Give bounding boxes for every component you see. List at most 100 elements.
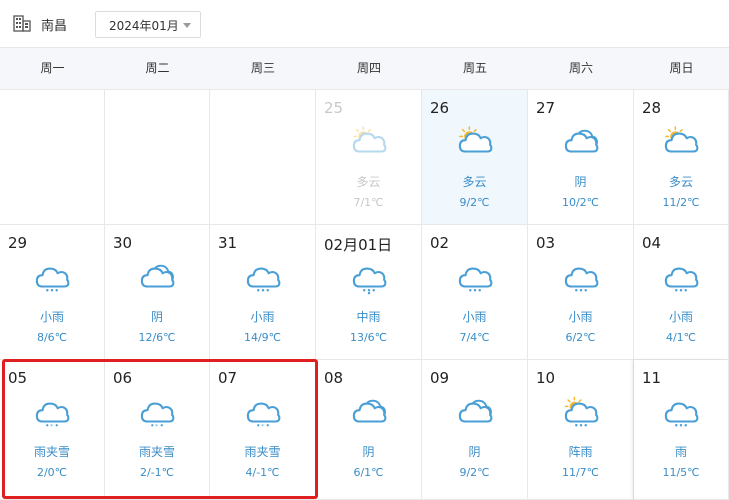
month-select-value: 2024年01月	[109, 19, 179, 33]
empty-day-cell	[105, 90, 210, 225]
day-date: 10	[536, 369, 556, 387]
partly-cloudy-icon	[352, 126, 386, 153]
temperature-range: 10/2℃	[561, 196, 600, 209]
partly-cloudy-icon	[664, 126, 699, 153]
day-date: 11	[642, 369, 662, 387]
overcast-icon	[564, 129, 598, 153]
weather-condition: 小雨	[39, 310, 64, 324]
svg-text:*: *	[155, 424, 158, 430]
day-cell[interactable]: 09 阴 9/2℃	[422, 360, 528, 500]
building-icon	[13, 15, 31, 32]
weather-condition: 小雨	[462, 310, 487, 324]
temperature-range: 2/0℃	[36, 466, 68, 479]
temperature-range: 4/-1℃	[245, 466, 280, 479]
day-cell[interactable]: 04 小雨 4/1℃	[634, 225, 729, 360]
day-cell[interactable]: 06 * 雨夹雪 2/-1℃	[105, 360, 210, 500]
weather-condition: 阴	[574, 175, 587, 189]
day-date: 06	[113, 369, 133, 387]
temperature-range: 2/-1℃	[139, 466, 175, 479]
caret-down-icon	[183, 23, 191, 28]
temperature-range: 13/6℃	[349, 331, 388, 344]
weather-condition: 阴	[150, 310, 163, 324]
rain-icon	[664, 402, 699, 427]
day-cell[interactable]: 11 雨 11/5℃	[634, 360, 729, 500]
weekday-label: 周四	[356, 61, 381, 75]
light-rain-icon	[458, 267, 492, 292]
weekday-label: 周五	[462, 61, 487, 75]
weather-condition: 小雨	[568, 310, 593, 324]
temperature-range: 11/2℃	[662, 196, 700, 209]
temperature-range: 4/1℃	[665, 331, 697, 344]
day-date: 25	[324, 99, 344, 117]
day-date: 05	[8, 369, 28, 387]
svg-text:*: *	[50, 424, 53, 430]
empty-day-cell	[0, 90, 105, 225]
light-rain-icon	[246, 267, 280, 292]
day-cell[interactable]: 27 阴 10/2℃	[528, 90, 634, 225]
weather-condition: 多云	[356, 175, 381, 189]
weather-condition: 小雨	[668, 310, 693, 324]
day-date: 26	[430, 99, 450, 117]
weather-condition: 阴	[362, 445, 375, 459]
weather-condition: 小雨	[250, 310, 275, 324]
day-date: 02月01日	[324, 236, 393, 254]
day-date: 09	[430, 369, 450, 387]
top-bar: 南昌 2024年01月	[0, 0, 729, 47]
day-cell[interactable]: 02月01日 中雨 13/6℃	[316, 225, 422, 360]
day-cell[interactable]: 02 小雨 7/4℃	[422, 225, 528, 360]
day-cell[interactable]: 26 多云 9/2℃	[422, 90, 528, 225]
weekday-label: 周日	[669, 61, 694, 75]
light-rain-icon	[664, 267, 699, 292]
overcast-icon	[352, 399, 386, 423]
day-cell[interactable]: 10 阵雨 11/7℃	[528, 360, 634, 500]
temperature-range: 7/1℃	[353, 196, 384, 209]
weekday-label: 周三	[250, 61, 275, 75]
day-cell[interactable]: 08 阴 6/1℃	[316, 360, 422, 500]
day-cell[interactable]: 03 小雨 6/2℃	[528, 225, 634, 360]
day-cell[interactable]: 28 多云 11/2℃	[634, 90, 729, 225]
day-date: 27	[536, 99, 556, 117]
day-date: 08	[324, 369, 344, 387]
weather-condition: 雨夹雪	[138, 445, 175, 459]
partly-cloudy-icon	[458, 126, 492, 153]
temperature-range: 8/6℃	[36, 331, 68, 344]
sleet-icon: *	[140, 402, 175, 430]
day-date: 03	[536, 234, 556, 252]
temperature-range: 6/2℃	[565, 331, 596, 344]
temperature-range: 11/7℃	[561, 466, 600, 479]
day-cell[interactable]: 07 * 雨夹雪 4/-1℃	[210, 360, 316, 500]
temperature-range: 11/5℃	[662, 466, 700, 479]
svg-text:*: *	[261, 424, 264, 430]
day-date: 30	[113, 234, 133, 252]
city-name[interactable]: 南昌	[41, 15, 67, 34]
empty-day-cell	[210, 90, 316, 225]
day-cell[interactable]: 31 小雨 14/9℃	[210, 225, 316, 360]
light-rain-icon	[35, 267, 70, 292]
temperature-range: 9/2℃	[459, 196, 490, 209]
day-date: 07	[218, 369, 238, 387]
weather-condition: 雨夹雪	[244, 445, 281, 459]
overcast-icon	[140, 264, 175, 288]
day-date: 04	[642, 234, 662, 252]
weekday-label: 周一	[40, 61, 65, 75]
day-cell[interactable]: 05 * 雨夹雪 2/0℃	[0, 360, 105, 500]
day-cell[interactable]: 29 小雨 8/6℃	[0, 225, 105, 360]
month-select[interactable]: 2024年01月	[95, 11, 201, 38]
temperature-range: 9/2℃	[459, 466, 490, 479]
weather-condition: 多云	[462, 175, 487, 189]
weather-condition: 雨	[674, 445, 687, 459]
weather-condition: 阵雨	[568, 445, 593, 459]
temperature-range: 6/1℃	[353, 466, 384, 479]
moderate-rain-icon	[352, 267, 386, 295]
shower-icon	[564, 396, 598, 427]
weekday-label: 周六	[568, 61, 593, 75]
day-cell[interactable]: 25 多云 7/1℃	[316, 90, 422, 225]
temperature-range: 7/4℃	[459, 331, 490, 344]
weekday-label: 周二	[145, 61, 170, 75]
day-cell[interactable]: 30 阴 12/6℃	[105, 225, 210, 360]
weather-condition: 多云	[668, 175, 693, 189]
day-date: 29	[8, 234, 28, 252]
weather-condition: 阴	[468, 445, 481, 459]
weather-condition: 雨夹雪	[33, 445, 70, 459]
overcast-icon	[458, 399, 492, 423]
